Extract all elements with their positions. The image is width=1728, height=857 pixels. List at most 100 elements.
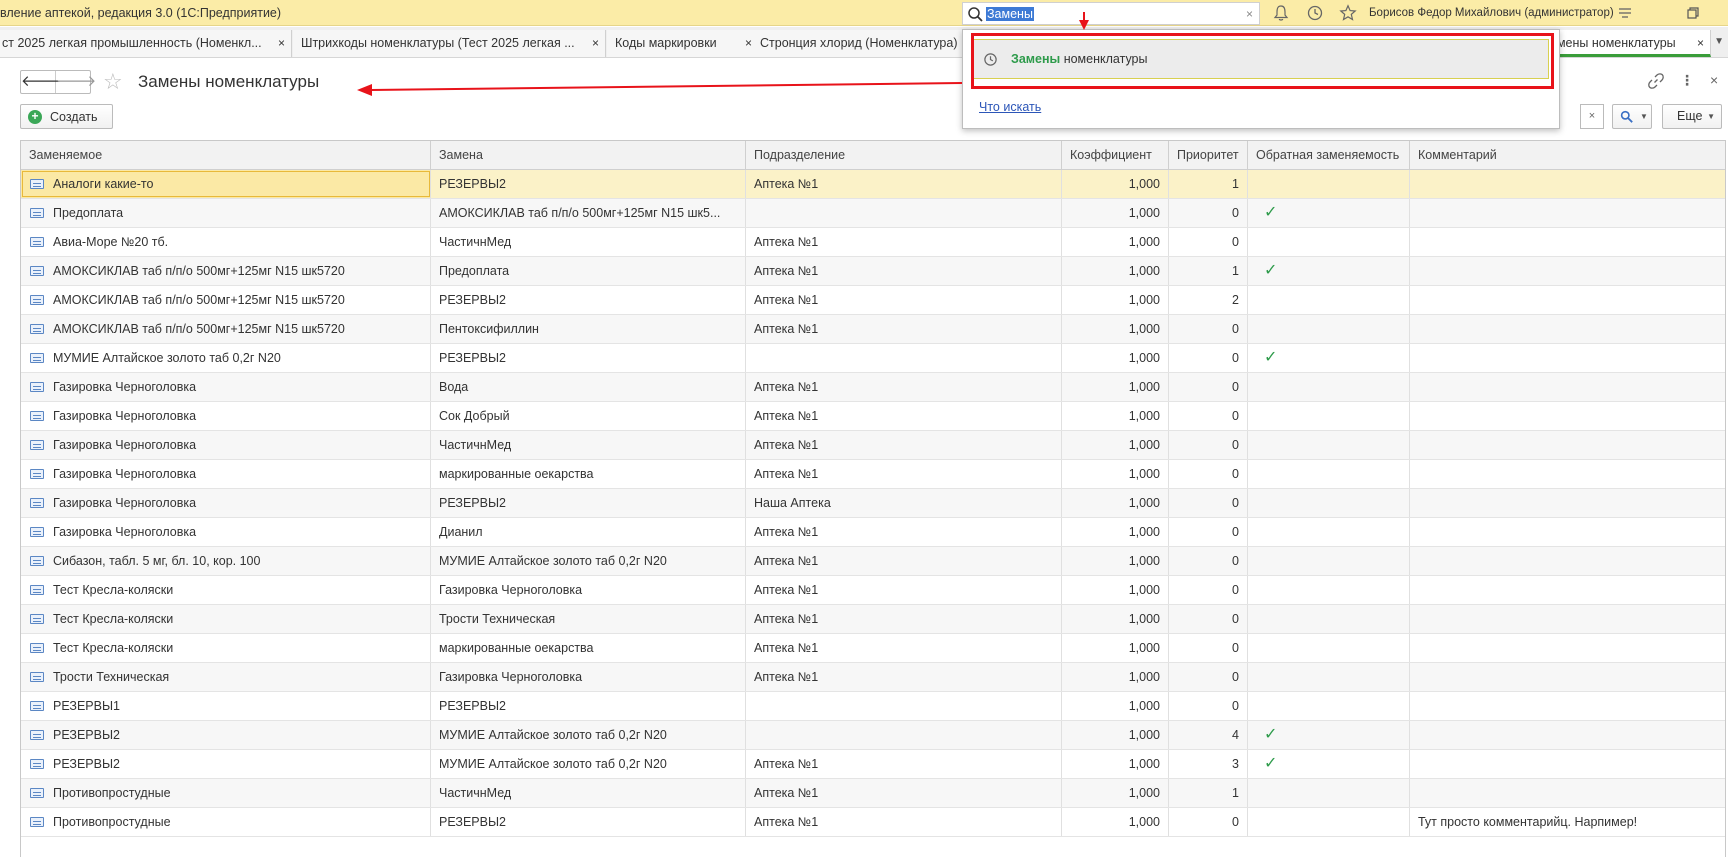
cell-priority[interactable]: 0 — [1169, 489, 1248, 517]
cell-replaced[interactable]: РЕЗЕРВЫ2 — [21, 721, 431, 749]
cell-comment[interactable] — [1410, 344, 1725, 372]
cell-replacement[interactable]: маркированные оекарства — [431, 460, 746, 488]
cell-coefficient[interactable]: 1,000 — [1062, 199, 1169, 227]
cell-reverse[interactable] — [1248, 315, 1410, 343]
cell-comment[interactable] — [1410, 605, 1725, 633]
cell-coefficient[interactable]: 1,000 — [1062, 576, 1169, 604]
column-header-replaced[interactable]: Заменяемое — [21, 141, 431, 169]
cell-priority[interactable]: 2 — [1169, 286, 1248, 314]
cell-priority[interactable]: 1 — [1169, 170, 1248, 198]
column-header-division[interactable]: Подразделение — [746, 141, 1062, 169]
cell-reverse[interactable]: ✓ — [1248, 721, 1410, 749]
cell-coefficient[interactable]: 1,000 — [1062, 518, 1169, 546]
cell-reverse[interactable] — [1248, 663, 1410, 691]
cell-replacement[interactable]: Дианил — [431, 518, 746, 546]
cell-priority[interactable]: 0 — [1169, 808, 1248, 836]
cell-coefficient[interactable]: 1,000 — [1062, 170, 1169, 198]
cell-replaced[interactable]: АМОКСИКЛАВ таб п/п/о 500мг+125мг N15 шк5… — [21, 257, 431, 285]
global-search-input[interactable]: Замены × — [962, 2, 1260, 25]
table-row[interactable]: Газировка Черноголовка Дианил Аптека №1 1,0… — [21, 518, 1725, 547]
cell-comment[interactable] — [1410, 315, 1725, 343]
column-header-priority[interactable]: Приоритет — [1169, 141, 1248, 169]
cell-replacement[interactable]: маркированные оекарства — [431, 634, 746, 662]
cell-replacement[interactable]: ЧастичнМед — [431, 431, 746, 459]
cell-division[interactable]: Аптека №1 — [746, 460, 1062, 488]
table-row[interactable]: АМОКСИКЛАВ таб п/п/о 500мг+125мг N15 шк5… — [21, 286, 1725, 315]
cell-division[interactable]: Наша Аптека — [746, 489, 1062, 517]
cell-priority[interactable]: 0 — [1169, 605, 1248, 633]
cell-coefficient[interactable]: 1,000 — [1062, 721, 1169, 749]
find-button[interactable]: ▼ — [1612, 104, 1652, 129]
cell-replaced[interactable]: РЕЗЕРВЫ2 — [21, 750, 431, 778]
cell-replaced[interactable]: Газировка Черноголовка — [21, 431, 431, 459]
column-header-reverse[interactable]: Обратная заменяемость — [1248, 141, 1410, 169]
cell-division[interactable]: Аптека №1 — [746, 605, 1062, 633]
cell-comment[interactable] — [1410, 286, 1725, 314]
cell-replacement[interactable]: РЕЗЕРВЫ2 — [431, 344, 746, 372]
cell-replaced[interactable]: Трости Техническая — [21, 663, 431, 691]
kebab-menu-icon[interactable]: ⋮ — [1680, 72, 1694, 89]
cell-division[interactable]: Аптека №1 — [746, 170, 1062, 198]
cell-comment[interactable] — [1410, 402, 1725, 430]
cell-comment[interactable]: Тут просто комментарийц. Нарпимер! — [1410, 808, 1725, 836]
table-row[interactable]: Авиа-Море №20 тб. ЧастичнМед Аптека №1 1,00… — [21, 228, 1725, 257]
cell-division[interactable] — [746, 692, 1062, 720]
cell-replacement[interactable]: РЕЗЕРВЫ2 — [431, 170, 746, 198]
cell-reverse[interactable] — [1248, 518, 1410, 546]
table-row[interactable]: АМОКСИКЛАВ таб п/п/о 500мг+125мг N15 шк5… — [21, 257, 1725, 286]
cell-replaced[interactable]: Газировка Черноголовка — [21, 518, 431, 546]
cell-replacement[interactable]: Пентоксифиллин — [431, 315, 746, 343]
cell-division[interactable]: Аптека №1 — [746, 663, 1062, 691]
cell-comment[interactable] — [1410, 199, 1725, 227]
cell-reverse[interactable] — [1248, 286, 1410, 314]
cell-coefficient[interactable]: 1,000 — [1062, 605, 1169, 633]
cell-replacement[interactable]: МУМИЕ Алтайское золото таб 0,2г N20 — [431, 721, 746, 749]
cell-comment[interactable] — [1410, 170, 1725, 198]
search-clear-icon[interactable]: × — [1246, 7, 1253, 21]
cell-division[interactable]: Аптека №1 — [746, 750, 1062, 778]
cell-division[interactable]: Аптека №1 — [746, 634, 1062, 662]
cell-priority[interactable]: 1 — [1169, 779, 1248, 807]
cell-priority[interactable]: 0 — [1169, 228, 1248, 256]
cell-replaced[interactable]: Предоплата — [21, 199, 431, 227]
bell-icon[interactable] — [1272, 4, 1290, 22]
cell-reverse[interactable] — [1248, 228, 1410, 256]
cell-replaced[interactable]: РЕЗЕРВЫ1 — [21, 692, 431, 720]
cell-replacement[interactable]: ЧастичнМед — [431, 228, 746, 256]
more-button[interactable]: Еще ▼ — [1662, 104, 1722, 129]
close-icon[interactable]: × — [745, 36, 752, 50]
cell-priority[interactable]: 0 — [1169, 199, 1248, 227]
cell-replaced[interactable]: Тест Кресла-коляски — [21, 634, 431, 662]
cell-coefficient[interactable]: 1,000 — [1062, 228, 1169, 256]
cell-reverse[interactable] — [1248, 373, 1410, 401]
cell-priority[interactable]: 0 — [1169, 692, 1248, 720]
cell-division[interactable]: Аптека №1 — [746, 431, 1062, 459]
cell-replacement[interactable]: Предоплата — [431, 257, 746, 285]
cell-division[interactable]: Аптека №1 — [746, 315, 1062, 343]
cell-replacement[interactable]: Трости Техническая — [431, 605, 746, 633]
cell-division[interactable]: Аптека №1 — [746, 576, 1062, 604]
table-row[interactable]: Тест Кресла-коляски маркированные оекарст… — [21, 634, 1725, 663]
cell-coefficient[interactable]: 1,000 — [1062, 431, 1169, 459]
cell-replaced[interactable]: МУМИЕ Алтайское золото таб 0,2г N20 — [21, 344, 431, 372]
cell-replaced[interactable]: Противопростудные — [21, 808, 431, 836]
table-row[interactable]: АМОКСИКЛАВ таб п/п/о 500мг+125мг N15 шк5… — [21, 315, 1725, 344]
cell-division[interactable]: Аптека №1 — [746, 257, 1062, 285]
list-search-clear-button[interactable]: × — [1580, 104, 1604, 129]
tab-strontium-chloride[interactable]: Стронция хлорид (Номенклатура) — [752, 30, 972, 57]
cell-reverse[interactable]: ✓ — [1248, 257, 1410, 285]
cell-priority[interactable]: 0 — [1169, 663, 1248, 691]
cell-division[interactable]: Аптека №1 — [746, 373, 1062, 401]
cell-coefficient[interactable]: 1,000 — [1062, 344, 1169, 372]
table-row[interactable]: Сибазон, табл. 5 мг, бл. 10, кор. 100 МУМ… — [21, 547, 1725, 576]
cell-replaced[interactable]: Тест Кресла-коляски — [21, 605, 431, 633]
cell-priority[interactable]: 0 — [1169, 634, 1248, 662]
cell-replacement[interactable]: Газировка Черноголовка — [431, 663, 746, 691]
cell-priority[interactable]: 1 — [1169, 257, 1248, 285]
cell-comment[interactable] — [1410, 228, 1725, 256]
cell-reverse[interactable] — [1248, 692, 1410, 720]
cell-reverse[interactable] — [1248, 460, 1410, 488]
cell-reverse[interactable] — [1248, 431, 1410, 459]
cell-replacement[interactable]: АМОКСИКЛАВ таб п/п/о 500мг+125мг N15 шк5… — [431, 199, 746, 227]
cell-coefficient[interactable]: 1,000 — [1062, 286, 1169, 314]
